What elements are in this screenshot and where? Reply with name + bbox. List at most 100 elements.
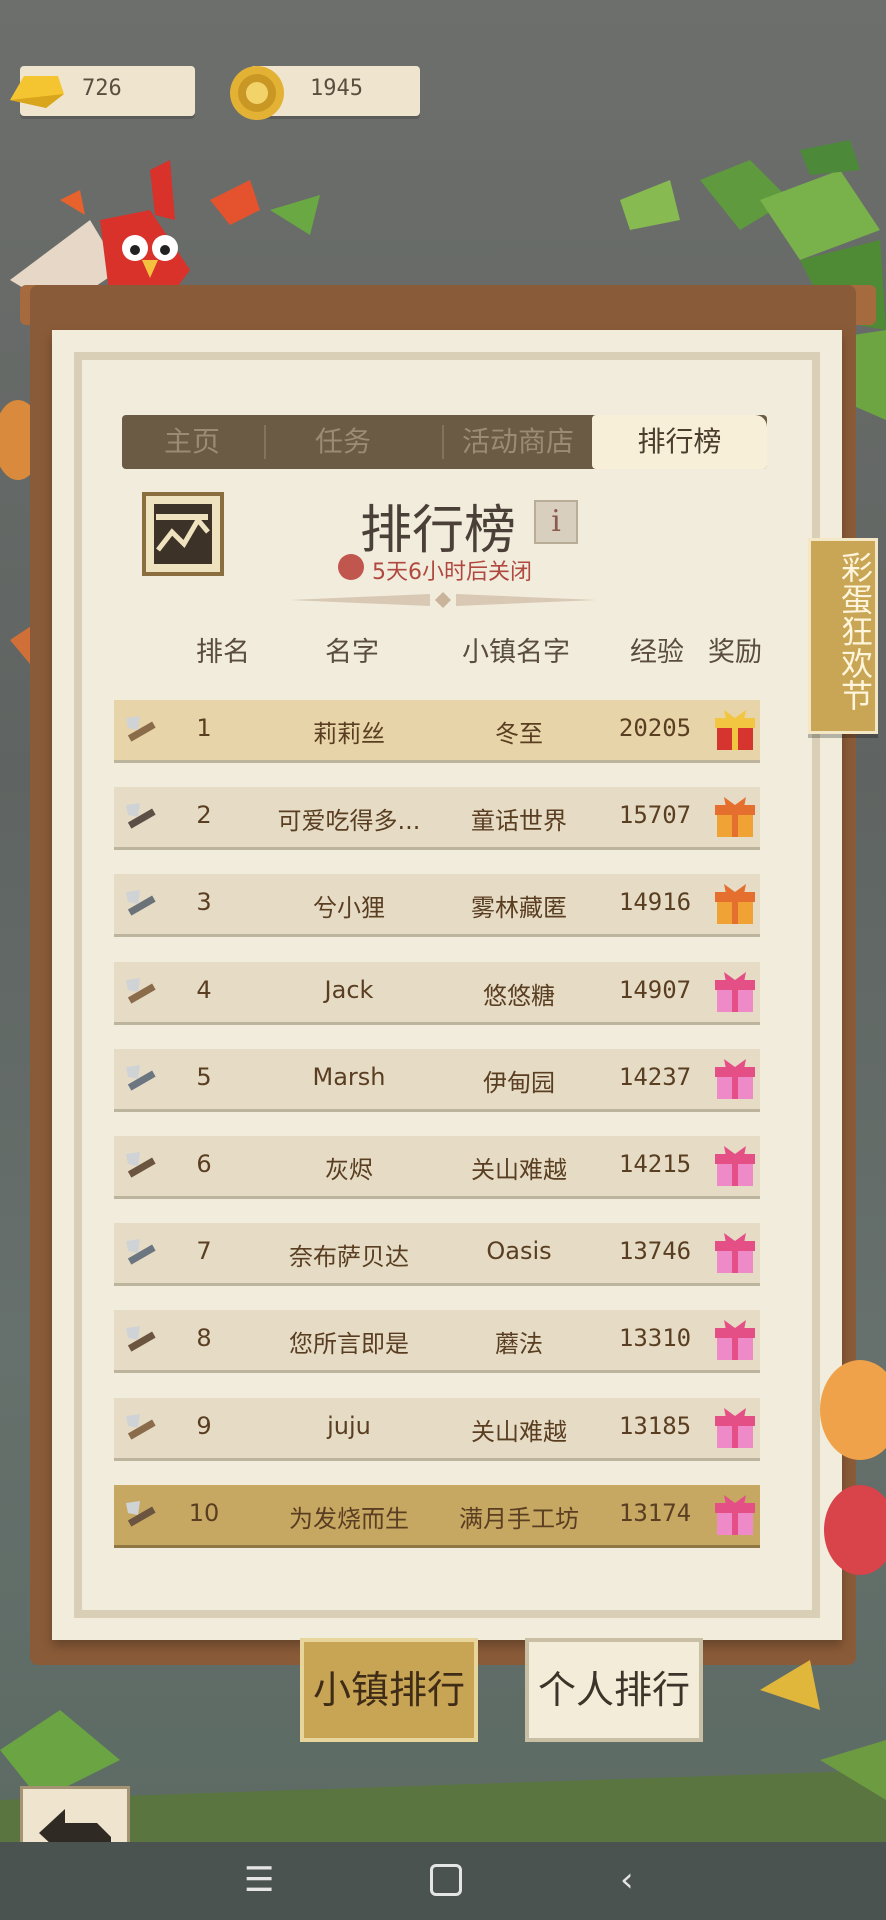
tab-home[interactable]: 主页	[122, 415, 262, 469]
saw-icon	[126, 1239, 156, 1265]
pink-gift-icon[interactable]	[714, 1057, 756, 1101]
menu-nav-icon[interactable]: ☰	[244, 1860, 274, 1900]
town-name-cell: 蘑法	[495, 1330, 543, 1359]
town-name-cell: 关山难越	[471, 1417, 567, 1446]
coin-icon	[230, 66, 284, 120]
hammer-icon	[126, 1152, 156, 1178]
town-name-cell: Oasis	[486, 1237, 552, 1266]
player-name-cell: Jack	[324, 975, 374, 1004]
gold-amount: 726	[82, 76, 122, 101]
home-nav-icon[interactable]	[430, 1864, 462, 1896]
rank-cell: 4	[196, 975, 212, 1004]
coin-display: 1945	[230, 66, 420, 120]
exp-cell: 13746	[618, 1237, 692, 1266]
exp-cell: 20205	[618, 714, 692, 742]
exp-cell: 15707	[618, 801, 692, 830]
leaderboard-row[interactable]: 10 为发烧而生 满月手工坊 13174	[114, 1484, 760, 1545]
leaderboard-row[interactable]: 9 juju 关山难越 13185	[114, 1397, 760, 1458]
town-name-cell: 悠悠糖	[483, 981, 555, 1010]
coin-amount: 1945	[310, 76, 363, 101]
leaderboard-row[interactable]: 6 灰烬 关山难越 14215	[114, 1136, 760, 1196]
pink-gift-icon[interactable]	[714, 1231, 756, 1275]
town-name-cell: 满月手工坊	[459, 1504, 579, 1533]
rank-cell: 10	[188, 1498, 220, 1527]
player-name-cell: 灰烬	[325, 1156, 373, 1184]
axe-bolt-icon	[126, 1413, 156, 1440]
town-name-cell: 雾林藏匿	[471, 894, 567, 923]
exp-cell: 13185	[618, 1411, 692, 1440]
egg-festival-label: 彩蛋狂欢节	[836, 551, 874, 711]
orange-gift-icon[interactable]	[714, 795, 756, 839]
player-name-cell: juju	[327, 1411, 371, 1440]
col-header-reward: 奖励	[708, 637, 762, 668]
system-nav-bar: ☰ ‹	[0, 1842, 886, 1920]
rank-cell: 9	[196, 1411, 212, 1440]
personal-ranking-button[interactable]: 个人排行	[525, 1638, 703, 1742]
exp-cell: 13174	[618, 1498, 692, 1527]
leaderboard-title: 排行榜	[360, 501, 517, 561]
col-header-exp: 经验	[630, 637, 684, 668]
player-name-cell: 可爱吃得多...	[277, 807, 421, 836]
mountain-chart-icon	[142, 492, 224, 576]
tab-bar: 主页 任务 活动商店 排行榜	[122, 415, 767, 469]
col-header-town: 小镇名字	[462, 637, 570, 668]
hammer-icon	[126, 1326, 156, 1352]
title-divider	[290, 592, 596, 608]
hammer-icon	[126, 1500, 156, 1527]
axe-bolt-icon	[126, 716, 156, 742]
leaderboard-row[interactable]: 1 莉莉丝 冬至 20205	[114, 700, 760, 760]
leaderboard-row[interactable]: 2 可爱吃得多... 童话世界 15707	[114, 787, 760, 848]
pink-gift-icon[interactable]	[714, 1406, 756, 1450]
pink-gift-icon[interactable]	[714, 970, 756, 1014]
leaderboard-row[interactable]: 4 Jack 悠悠糖 14907	[114, 961, 760, 1022]
pink-gift-icon[interactable]	[714, 1318, 756, 1362]
rank-cell: 3	[196, 888, 212, 917]
player-name-cell: 您所言即是	[289, 1330, 409, 1359]
red-gift-icon[interactable]	[714, 708, 756, 752]
leaderboard-row[interactable]: 5 Marsh 伊甸园 14237	[114, 1048, 760, 1109]
town-name-cell: 冬至	[495, 720, 543, 748]
town-ranking-button[interactable]: 小镇排行	[300, 1638, 478, 1742]
rank-cell: 2	[196, 801, 212, 830]
event-timer: 5天6小时后关闭	[372, 560, 532, 585]
saw-icon	[126, 1064, 156, 1091]
back-nav-icon[interactable]: ‹	[620, 1860, 634, 1900]
tab-tasks[interactable]: 任务	[268, 415, 418, 469]
exp-cell: 14237	[618, 1062, 692, 1091]
town-name-cell: 童话世界	[471, 807, 567, 836]
exp-cell: 13310	[618, 1324, 692, 1353]
tab-event-shop[interactable]: 活动商店	[444, 415, 592, 469]
lantern-decoration	[820, 1360, 886, 1575]
scissors-icon	[126, 890, 156, 916]
town-name-cell: 伊甸园	[483, 1068, 555, 1097]
col-header-name: 名字	[325, 637, 379, 668]
rank-cell: 7	[196, 1237, 212, 1266]
player-name-cell: 莉莉丝	[313, 720, 385, 748]
rank-cell: 6	[196, 1150, 212, 1178]
egg-festival-banner[interactable]: 彩蛋狂欢节	[808, 538, 878, 734]
info-icon[interactable]: i	[534, 500, 578, 544]
player-name-cell: Marsh	[312, 1062, 386, 1091]
pickaxe-icon	[126, 803, 156, 829]
player-name-cell: 奈布萨贝达	[289, 1243, 409, 1272]
clock-icon	[338, 554, 364, 580]
tab-divider	[264, 425, 266, 459]
gold-bar-display: 726	[10, 66, 195, 116]
exp-cell: 14916	[618, 888, 692, 917]
gold-ingot-icon	[10, 76, 64, 108]
pink-gift-icon[interactable]	[714, 1493, 756, 1537]
exp-cell: 14215	[618, 1150, 692, 1178]
rank-cell: 1	[196, 714, 212, 742]
tab-leaderboard[interactable]: 排行榜	[592, 415, 767, 469]
town-name-cell: 关山难越	[471, 1156, 567, 1184]
orange-gift-icon[interactable]	[714, 882, 756, 926]
leaderboard-row[interactable]: 3 兮小狸 雾林藏匿 14916	[114, 874, 760, 935]
leaderboard-row[interactable]: 7 奈布萨贝达 Oasis 13746	[114, 1223, 760, 1284]
exp-cell: 14907	[618, 975, 692, 1004]
rank-cell: 8	[196, 1324, 212, 1353]
pink-gift-icon[interactable]	[714, 1144, 756, 1188]
axe-bolt-icon	[126, 977, 156, 1004]
player-name-cell: 兮小狸	[313, 894, 385, 923]
leaderboard-row[interactable]: 8 您所言即是 蘑法 13310	[114, 1310, 760, 1371]
col-header-rank: 排名	[196, 637, 250, 668]
